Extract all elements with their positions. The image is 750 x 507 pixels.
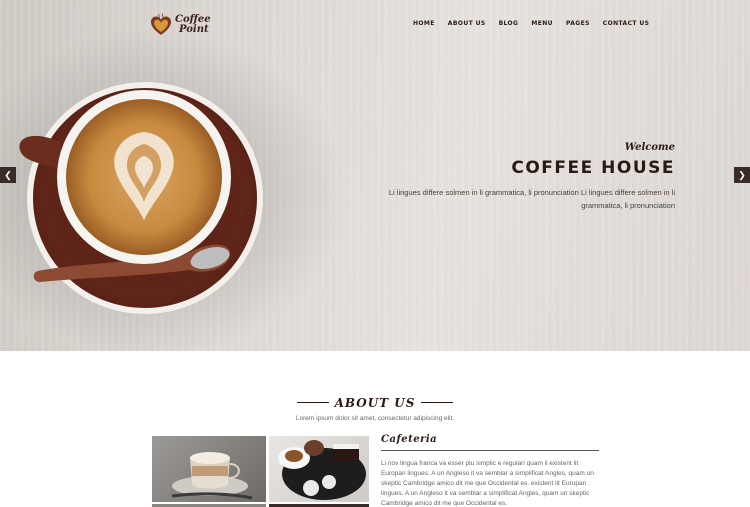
about-subtitle: Lorem ipsum dolor sit amet, consectetur … [295,414,455,422]
about-header: ABOUT US Lorem ipsum dolor sit amet, con… [0,390,750,422]
nav-contact-us[interactable]: CONTACT US [603,20,650,28]
nav-pages[interactable]: PAGES [566,20,590,28]
main-nav: HOME ABOUT US BLOG MENU PAGES CONTACT US [413,20,662,28]
nav-home[interactable]: HOME [413,20,435,28]
espresso-photo [269,436,369,502]
coffee-cup-image [19,82,263,314]
chevron-left-icon: ❮ [4,170,12,180]
hero-caption: Welcome COFFEE HOUSE Li lingues differe … [385,142,675,212]
nav-about-us[interactable]: ABOUT US [448,20,486,28]
coffee-heart-icon [151,13,171,35]
title-rule-right [421,402,454,403]
cafeteria-rule [381,450,599,451]
chevron-right-icon: ❯ [738,170,746,180]
nav-menu[interactable]: MENU [531,20,553,28]
about-title: ABOUT US [334,395,416,410]
logo[interactable]: Coffee Point [150,13,211,37]
latte-photo [152,436,266,502]
hero-title: COFFEE HOUSE [511,158,675,178]
title-rule-left [296,402,329,403]
cafeteria-text: Li nov lingua franca va esser plu simpli… [381,460,594,507]
hero-description: Li lingues differe solmen in li grammati… [388,188,675,210]
hero-welcome: Welcome [624,142,675,153]
hero-slider: Coffee Point HOME ABOUT US BLOG MENU PAG… [0,0,750,351]
cafeteria-title: Cafeteria [381,434,438,445]
nav-blog[interactable]: BLOG [499,20,519,28]
slider-prev-button[interactable]: ❮ [0,167,16,183]
cafeteria-card: Cafeteria Li nov lingua franca va esser … [381,434,599,507]
logo-text-line2: Point [179,24,209,35]
slider-next-button[interactable]: ❯ [734,167,750,183]
